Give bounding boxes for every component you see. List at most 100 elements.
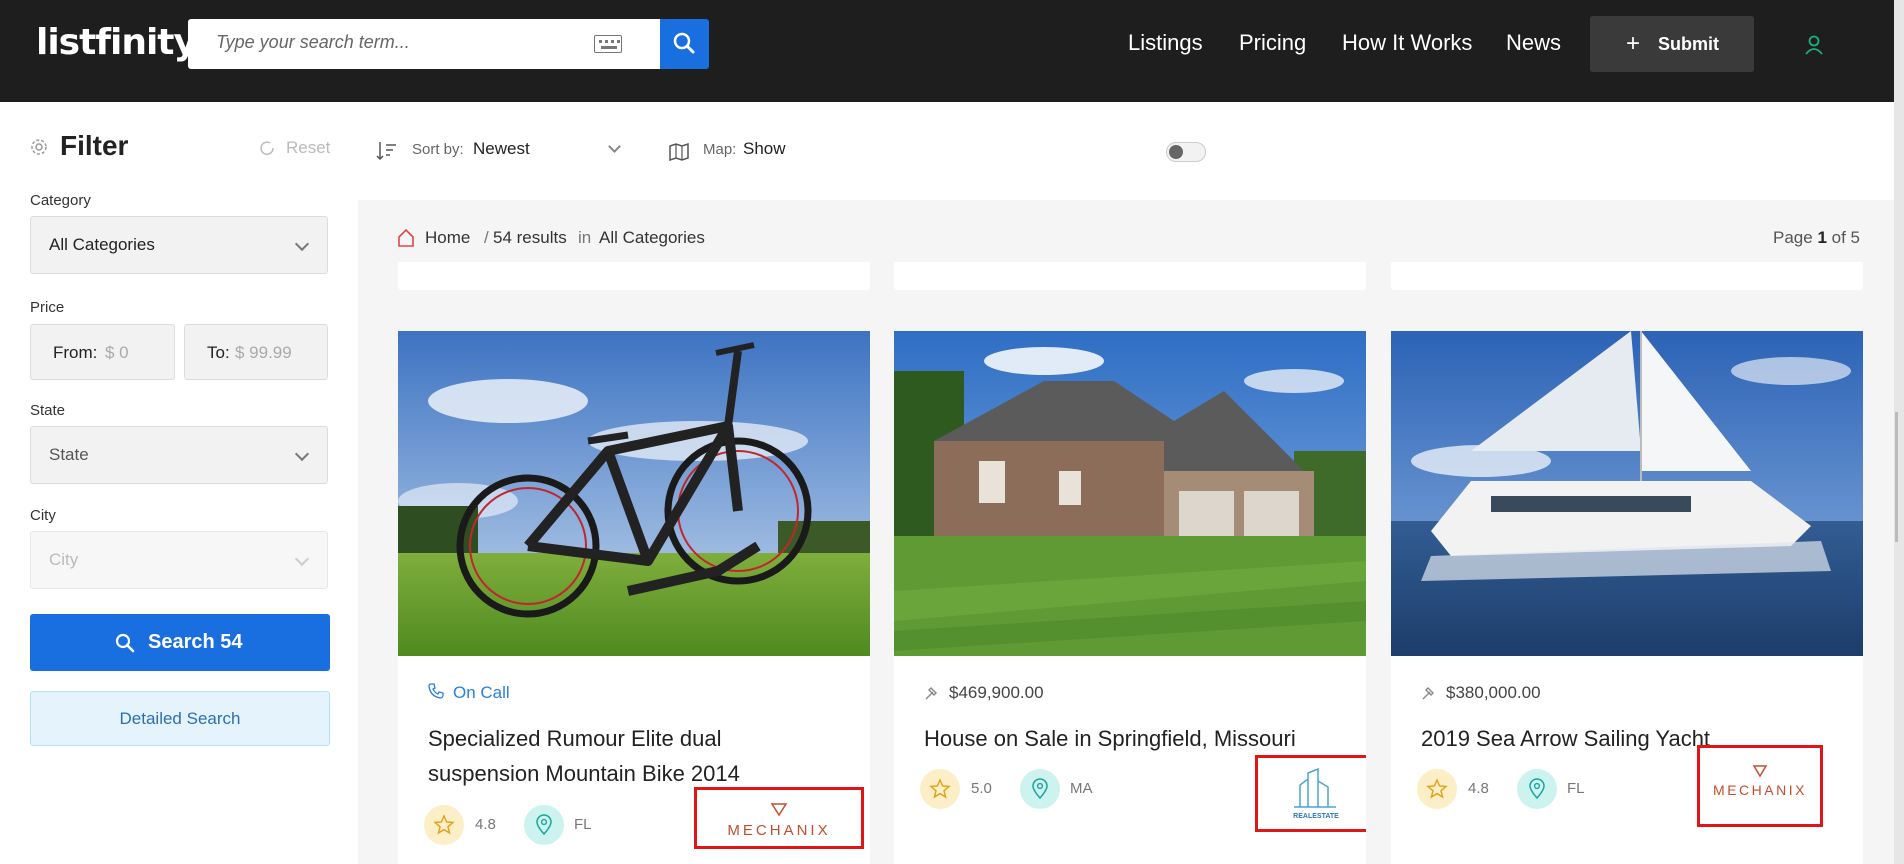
nav-how-it-works[interactable]: How It Works [1342, 30, 1472, 56]
search-results-button[interactable]: Search 54 [30, 614, 330, 671]
listing-title[interactable]: House on Sale in Springfield, Missouri [924, 721, 1324, 756]
listing-card[interactable]: $380,000.00 2019 Sea Arrow Sailing Yacht… [1391, 331, 1863, 864]
price-from-field[interactable]: From: $ 0 [30, 324, 175, 380]
auction-icon [1422, 687, 1434, 700]
listing-photo-house[interactable] [894, 331, 1366, 656]
search-input[interactable] [216, 32, 556, 53]
location-value: FL [1567, 780, 1585, 797]
location-value: MA [1070, 780, 1093, 797]
rating-value: 4.8 [475, 816, 496, 833]
state-select[interactable]: State [30, 426, 328, 484]
city-value: City [49, 550, 79, 569]
auction-icon [925, 687, 937, 700]
keyboard-icon[interactable] [594, 35, 622, 53]
map-pin-icon [536, 814, 552, 836]
search-button[interactable] [660, 19, 709, 69]
price-label: Price [30, 299, 65, 316]
price-to-placeholder: $ 99.99 [235, 343, 292, 362]
search-results-label: Search 54 [148, 631, 243, 653]
state-label: State [30, 402, 66, 419]
listing-toolbar: Sort by: Newest Map: Show [358, 102, 1894, 200]
search-box [188, 19, 660, 69]
svg-text:REALESTATE: REALESTATE [1293, 813, 1339, 820]
rating-badge [424, 805, 464, 845]
breadcrumb-separator: / [484, 228, 489, 247]
star-icon [1426, 778, 1448, 799]
price-from-placeholder: $ 0 [105, 343, 129, 362]
listing-title[interactable]: Specialized Rumour Elite dual suspension… [428, 721, 828, 791]
map-toggle[interactable] [1166, 142, 1206, 162]
brand-logo-mechanix[interactable]: MECHANIX [714, 801, 844, 845]
reset-icon[interactable] [258, 139, 276, 157]
submit-button[interactable]: + Submit [1590, 16, 1754, 72]
breadcrumb-home[interactable]: Home [425, 228, 470, 248]
listing-price: $469,900.00 [949, 683, 1044, 702]
price-to-field[interactable]: To: $ 99.99 [184, 324, 328, 380]
card-stub [1391, 262, 1863, 290]
map-value: Show [743, 139, 786, 158]
phone-icon [428, 683, 444, 699]
rating-badge [920, 769, 960, 809]
city-select[interactable]: City [30, 531, 328, 589]
listing-photo-bike[interactable] [398, 331, 870, 656]
plus-icon: + [1626, 30, 1641, 57]
search-icon [673, 32, 695, 54]
card-stub [894, 262, 1366, 290]
state-value: State [49, 445, 89, 464]
nav-pricing[interactable]: Pricing [1239, 30, 1306, 56]
chevron-down-icon [294, 551, 310, 567]
brand-logo-mechanix[interactable]: MECHANIX [1705, 763, 1815, 807]
detailed-search-button[interactable]: Detailed Search [30, 691, 330, 746]
sort-label: Sort by: [412, 141, 464, 158]
breadcrumb-category[interactable]: All Categories [599, 228, 705, 248]
site-logo[interactable]: listfinity [36, 22, 197, 63]
sort-icon [376, 142, 396, 161]
map-label: Map: [703, 141, 737, 158]
reset-button[interactable]: Reset [286, 138, 330, 158]
price-from-label: From: [53, 343, 98, 362]
rating-value: 4.8 [1468, 780, 1489, 797]
top-header: listfinity Listings Pricing How It Works… [0, 0, 1904, 102]
nav-news[interactable]: News [1506, 30, 1561, 56]
location-badge [524, 805, 564, 845]
location-value: FL [574, 816, 592, 833]
user-icon[interactable] [1804, 34, 1824, 56]
city-label: City [30, 507, 56, 524]
scrollbar-thumb[interactable] [1895, 412, 1898, 542]
category-value: All Categories [49, 235, 155, 254]
chevron-down-icon[interactable] [608, 140, 621, 153]
filter-title: Filter [60, 130, 129, 161]
sort-select[interactable]: Newest [473, 139, 530, 159]
page-total: of 5 [1831, 228, 1860, 247]
listing-card[interactable]: On Call Specialized Rumour Elite dual su… [398, 331, 870, 864]
svg-text:MECHANIX: MECHANIX [1713, 782, 1807, 798]
listing-card[interactable]: $469,900.00 House on Sale in Springfield… [894, 331, 1366, 864]
category-label: Category [30, 192, 91, 209]
svg-text:MECHANIX: MECHANIX [727, 822, 830, 839]
gear-icon [31, 139, 47, 155]
chevron-down-icon [294, 236, 310, 252]
listing-price: $380,000.00 [1446, 683, 1541, 702]
home-icon [398, 228, 414, 247]
pagination-info: Page 1 of 5 [1773, 228, 1860, 248]
toggle-knob [1169, 145, 1183, 159]
page-prefix: Page [1773, 228, 1813, 247]
submit-label: Submit [1658, 34, 1719, 54]
map-pin-icon [1032, 778, 1048, 800]
brand-logo-realestate[interactable]: REALESTATE [1278, 765, 1354, 823]
breadcrumb-in: in [578, 228, 592, 247]
price-to-label: To: [207, 343, 230, 362]
listing-photo-yacht[interactable] [1391, 331, 1863, 656]
category-select[interactable]: All Categories [30, 216, 328, 274]
breadcrumb-results: 54 results [493, 228, 567, 247]
search-icon [115, 633, 135, 653]
listing-meta[interactable]: On Call [453, 683, 510, 703]
star-icon [929, 778, 951, 799]
location-badge [1020, 769, 1060, 809]
nav-listings[interactable]: Listings [1128, 30, 1203, 56]
star-icon [433, 814, 455, 835]
card-stub [398, 262, 870, 290]
rating-badge [1417, 769, 1457, 809]
map-icon [669, 142, 689, 161]
map-pin-icon [1529, 778, 1545, 800]
